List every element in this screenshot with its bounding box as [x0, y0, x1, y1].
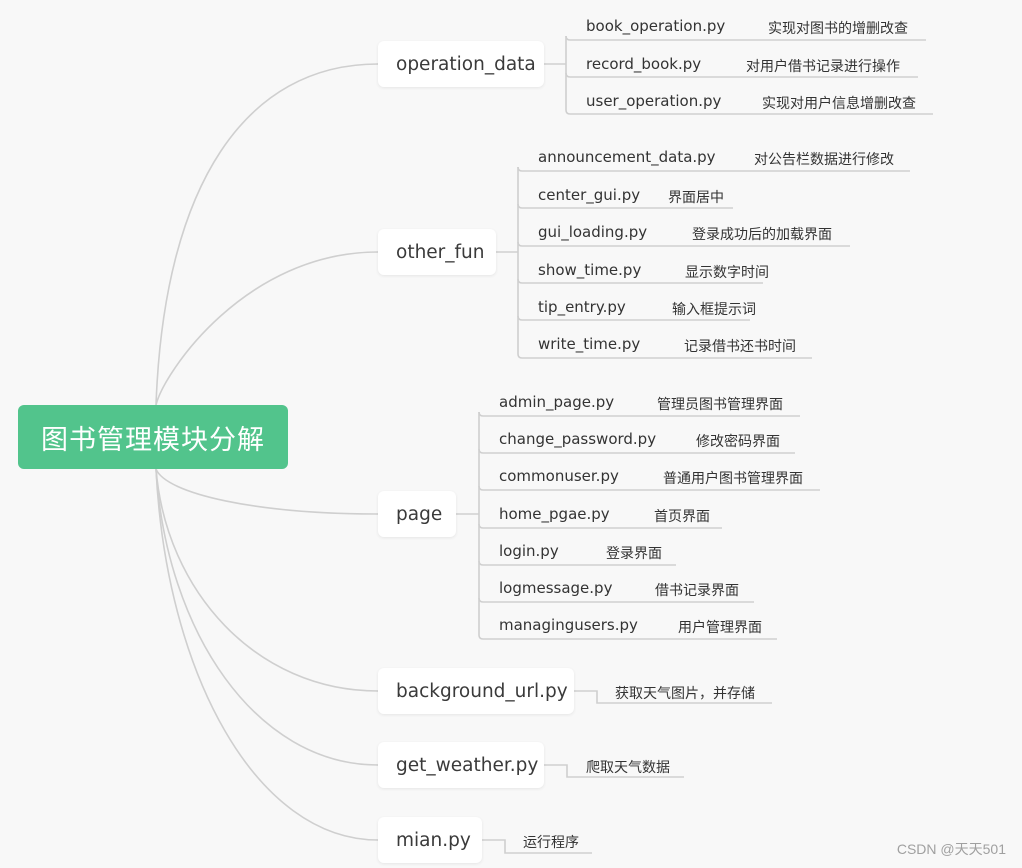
leaf-write-time[interactable]: write_time.py	[538, 335, 640, 353]
desc-announcement-data: 对公告栏数据进行修改	[754, 152, 894, 168]
watermark: CSDN @天天501	[896, 841, 1006, 857]
leaf-record-book[interactable]: record_book.py	[586, 55, 701, 73]
leaf-logmessage[interactable]: logmessage.py	[499, 579, 612, 597]
desc-gui-loading: 登录成功后的加载界面	[692, 227, 832, 243]
desc-logmessage: 借书记录界面	[655, 583, 739, 599]
desc-book-operation: 实现对图书的增删改查	[768, 21, 908, 37]
leaf-gui-loading[interactable]: gui_loading.py	[538, 223, 647, 241]
leaf-announcement-data[interactable]: announcement_data.py	[538, 148, 716, 166]
desc-managingusers: 用户管理界面	[678, 620, 762, 636]
leaf-center-gui[interactable]: center_gui.py	[538, 186, 640, 204]
leaf-home-pgae[interactable]: home_pgae.py	[499, 505, 610, 523]
desc-admin-page: 管理员图书管理界面	[657, 397, 783, 413]
desc-record-book: 对用户借书记录进行操作	[746, 59, 900, 75]
branch-mian[interactable]: mian.py	[378, 817, 482, 863]
root-node[interactable]: 图书管理模块分解	[18, 405, 288, 469]
link-root-mian	[155, 468, 379, 841]
desc-write-time: 记录借书还书时间	[684, 339, 796, 355]
desc-commonuser: 普通用户图书管理界面	[663, 471, 803, 487]
leaf-change-password[interactable]: change_password.py	[499, 430, 656, 448]
link-root-page	[155, 468, 379, 515]
leaf-commonuser[interactable]: commonuser.py	[499, 467, 619, 485]
desc-background-url: 获取天气图片，并存储	[615, 686, 755, 702]
link-root-background-url	[155, 468, 379, 692]
branch-get-weather[interactable]: get_weather.py	[378, 742, 544, 788]
branch-operation-data[interactable]: operation_data	[378, 41, 544, 87]
leaf-user-operation[interactable]: user_operation.py	[586, 92, 721, 110]
desc-center-gui: 界面居中	[668, 190, 724, 206]
desc-show-time: 显示数字时间	[685, 265, 769, 281]
desc-home-pgae: 首页界面	[654, 509, 710, 525]
leaf-show-time[interactable]: show_time.py	[538, 261, 641, 279]
branch-background-url[interactable]: background_url.py	[378, 668, 574, 714]
branch-page[interactable]: page	[378, 491, 456, 537]
leaf-login[interactable]: login.py	[499, 542, 559, 560]
desc-get-weather: 爬取天气数据	[586, 760, 670, 776]
leaf-tip-entry[interactable]: tip_entry.py	[538, 298, 626, 316]
link-root-operation-data	[155, 63, 379, 406]
desc-tip-entry: 输入框提示词	[672, 302, 756, 318]
desc-mian: 运行程序	[523, 835, 579, 851]
desc-login: 登录界面	[606, 546, 662, 562]
desc-change-password: 修改密码界面	[696, 434, 780, 450]
leaf-managingusers[interactable]: managingusers.py	[499, 616, 638, 634]
desc-user-operation: 实现对用户信息增删改查	[762, 96, 916, 112]
leaf-admin-page[interactable]: admin_page.py	[499, 393, 614, 411]
link-root-other-fun	[155, 251, 379, 406]
leaf-book-operation[interactable]: book_operation.py	[586, 17, 725, 35]
branch-other-fun[interactable]: other_fun	[378, 229, 496, 275]
